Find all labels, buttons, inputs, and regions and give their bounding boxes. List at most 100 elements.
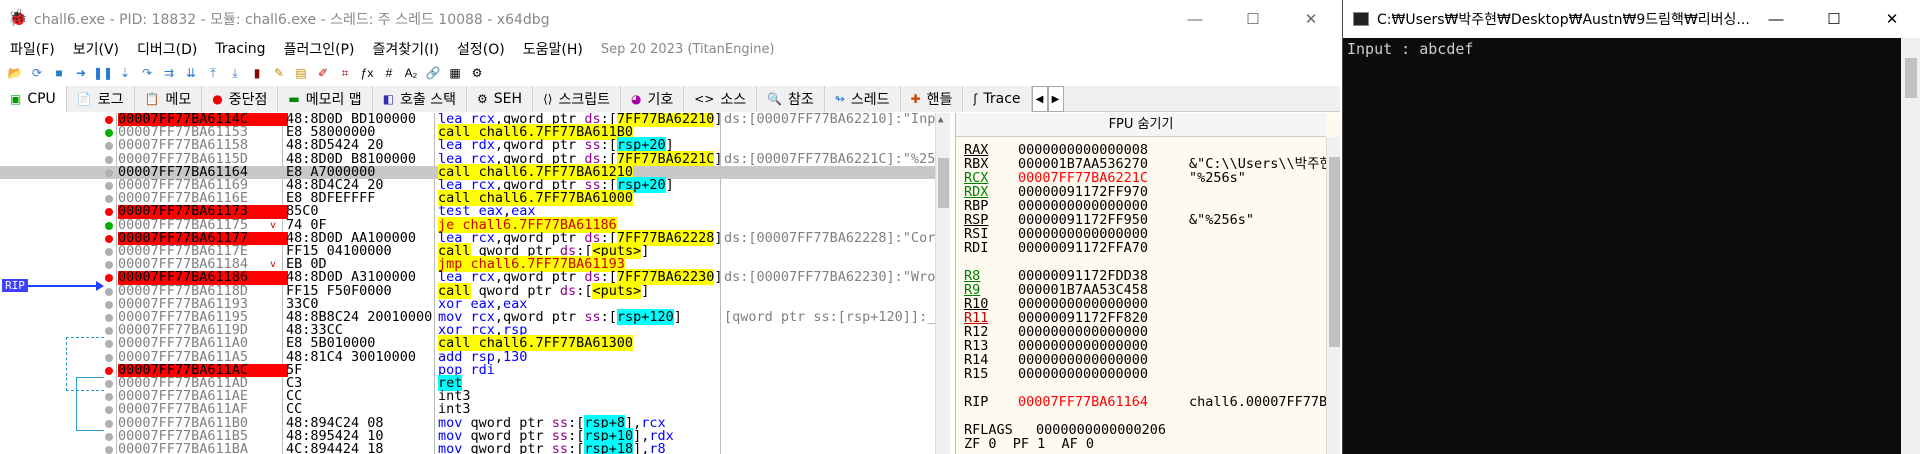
patch-icon[interactable]: ✎ xyxy=(270,64,288,82)
breakpoint-gutter-icon[interactable] xyxy=(105,287,113,296)
register-value[interactable]: 00000091172FF820 xyxy=(1018,311,1148,325)
disassembly-view[interactable]: 00007FF77BA6114C 48:8D0D BD100000 lea rcx,… xyxy=(0,113,950,454)
console-close-button[interactable]: ✕ xyxy=(1863,0,1920,38)
settings-icon[interactable]: ⚙ xyxy=(468,64,486,82)
maximize-button[interactable]: ☐ xyxy=(1224,0,1282,38)
breakpoint-dot-icon[interactable] xyxy=(105,274,113,283)
breakpoint-gutter-icon[interactable] xyxy=(105,314,113,322)
register-row[interactable]: RBX 000001B7AA536270 &"C:\\Users\\박주현 xyxy=(964,157,1332,171)
stop-icon[interactable]: ■ xyxy=(50,64,68,82)
register-row[interactable]: RDX 00000091172FF970 xyxy=(964,185,1324,199)
scylla-icon[interactable]: ▮ xyxy=(248,64,266,82)
register-row[interactable]: R8 00000091172FDD38 xyxy=(964,269,1324,283)
tab-threads[interactable]: ↬ 스레드 xyxy=(824,86,901,112)
breakpoint-gutter-icon[interactable] xyxy=(105,406,113,415)
register-row[interactable]: ZF 0 PF 1 AF 0 xyxy=(964,437,1324,451)
breakpoint-gutter-icon[interactable] xyxy=(105,340,113,349)
scroll-up-icon[interactable]: ▲ xyxy=(938,115,943,125)
register-row[interactable]: R15 0000000000000000 xyxy=(964,367,1324,381)
console-title-bar[interactable]: C:₩Users₩박주현₩Desktop₩Austn₩9드림핵₩리버싱... —… xyxy=(1343,0,1920,38)
register-row[interactable] xyxy=(964,381,1324,395)
register-value[interactable]: 0000000000000008 xyxy=(1018,143,1148,157)
breakpoint-gutter-icon[interactable] xyxy=(105,432,113,441)
tab-scroll-right[interactable]: ▶ xyxy=(1047,86,1064,112)
breakpoint-gutter-icon[interactable] xyxy=(105,248,113,256)
register-value[interactable]: 000001B7AA536270 xyxy=(1018,157,1148,171)
register-value[interactable]: 00000091172FF970 xyxy=(1018,185,1148,199)
disasm-row[interactable]: 00007FF77BA611BA 4C:894424 18 mov qword pt… xyxy=(0,441,935,454)
menu-debug[interactable]: 디버그(D) xyxy=(137,39,197,59)
minimize-button[interactable]: — xyxy=(1166,0,1224,38)
register-row[interactable] xyxy=(964,255,1324,269)
breakpoint-gutter-icon[interactable] xyxy=(105,142,113,151)
tab-breakpoints[interactable]: ● 중단점 xyxy=(202,86,279,112)
console-scrollbar[interactable] xyxy=(1901,38,1920,454)
menu-favourites[interactable]: 즐겨찾기(I) xyxy=(372,39,439,59)
register-value[interactable]: 0000000000000000 xyxy=(1018,325,1148,339)
register-row[interactable]: RFLAGS 0000000000000206 xyxy=(964,423,1324,437)
pause-icon[interactable]: ❚❚ xyxy=(93,64,113,82)
breakpoint-gutter-icon[interactable] xyxy=(105,155,113,164)
registers-scrollbar[interactable] xyxy=(1326,137,1340,454)
menu-file[interactable]: 파일(F) xyxy=(10,39,55,59)
calls-icon[interactable]: 🔗 xyxy=(424,64,442,82)
step-into-icon[interactable]: ⇣ xyxy=(116,64,134,82)
tab-memory-map[interactable]: ▬ 메모리 맵 xyxy=(278,86,373,112)
scroll-thumb[interactable] xyxy=(938,158,949,208)
tab-handles[interactable]: ✚ 핸들 xyxy=(900,86,964,112)
register-row[interactable]: RIP 00007FF77BA61164 chall6.00007FF77BA xyxy=(964,395,1335,409)
breakpoint-gutter-icon[interactable] xyxy=(105,446,113,454)
breakpoint-gutter-icon[interactable] xyxy=(105,221,113,230)
register-row[interactable]: R13 0000000000000000 xyxy=(964,339,1324,353)
tab-trace[interactable]: ʃ Trace xyxy=(963,86,1032,112)
register-value[interactable]: 00000091172FF950 xyxy=(1018,213,1148,227)
register-value[interactable]: 00000091172FFA70 xyxy=(1018,241,1148,255)
registers-view[interactable]: FPU 숨기기 RAX 0000000000000008 RBX 000001B7AA… xyxy=(955,113,1340,454)
menu-plugins[interactable]: 플러그인(P) xyxy=(284,39,355,59)
title-bar[interactable]: 🐞 chall6.exe - PID: 18832 - 모듈: chall6.e… xyxy=(0,0,1340,38)
console-output[interactable]: Input : abcdef xyxy=(1343,38,1901,454)
breakpoint-gutter-icon[interactable] xyxy=(105,129,113,138)
menu-help[interactable]: 도움말(H) xyxy=(523,39,583,59)
open-icon[interactable]: 📂 xyxy=(6,64,24,82)
breakpoint-gutter-icon[interactable] xyxy=(105,380,113,388)
register-value[interactable]: 00000091172FDD38 xyxy=(1018,269,1148,283)
disasm-scrollbar[interactable]: ▲ xyxy=(935,113,950,454)
register-row[interactable]: R10 0000000000000000 xyxy=(964,297,1324,311)
hide-fpu-button[interactable]: FPU 숨기기 xyxy=(956,113,1326,137)
run-to-user-code-icon[interactable]: ⤓ xyxy=(226,64,244,82)
step-over-icon[interactable]: ↷ xyxy=(138,64,156,82)
breakpoint-gutter-icon[interactable] xyxy=(105,261,113,270)
tab-symbols[interactable]: ◕ 기호 xyxy=(620,86,685,112)
register-row[interactable]: RCX 00007FF77BA6221C "%256s" xyxy=(964,171,1324,185)
trace-over-icon[interactable]: ⇊ xyxy=(182,64,200,82)
function-icon[interactable]: ƒx xyxy=(358,64,376,82)
strings-icon[interactable]: A₂ xyxy=(402,64,420,82)
breakpoint-dot-icon[interactable] xyxy=(105,116,113,124)
register-value[interactable]: 000001B7AA53C458 xyxy=(1018,283,1148,297)
breakpoint-gutter-icon[interactable] xyxy=(105,393,113,402)
breakpoint-gutter-icon[interactable] xyxy=(105,300,113,309)
breakpoint-gutter-icon[interactable] xyxy=(105,195,113,204)
menu-tracing[interactable]: Tracing xyxy=(215,41,265,57)
register-value[interactable]: 0000000000000206 xyxy=(1036,423,1166,437)
restart-icon[interactable]: ⟳ xyxy=(28,64,46,82)
breakpoint-dot-icon[interactable] xyxy=(105,208,113,217)
register-row[interactable]: R11 00000091172FF820 xyxy=(964,311,1324,325)
tab-log[interactable]: 📄 로그 xyxy=(66,86,135,112)
register-row[interactable]: R14 0000000000000000 xyxy=(964,353,1324,367)
register-row[interactable]: RBP 0000000000000000 xyxy=(964,199,1324,213)
tab-script[interactable]: ⟨⟩ 스크립트 xyxy=(533,86,621,112)
register-row[interactable]: RSP 00000091172FF950 &"%256s" xyxy=(964,213,1324,227)
menu-view[interactable]: 보기(V) xyxy=(73,39,119,59)
register-value[interactable]: 0000000000000000 xyxy=(1018,339,1148,353)
scroll-thumb[interactable] xyxy=(1905,58,1917,98)
tab-cpu[interactable]: ▣ CPU xyxy=(0,86,67,112)
tab-scroll-left[interactable]: ◀ xyxy=(1031,86,1048,112)
register-row[interactable] xyxy=(964,409,1324,423)
breakpoint-gutter-icon[interactable] xyxy=(105,327,113,336)
breakpoint-gutter-icon[interactable] xyxy=(105,182,113,190)
register-row[interactable]: RAX 0000000000000008 xyxy=(964,143,1324,157)
breakpoint-gutter-icon[interactable] xyxy=(105,168,113,177)
register-value[interactable]: 0000000000000000 xyxy=(1018,367,1148,381)
